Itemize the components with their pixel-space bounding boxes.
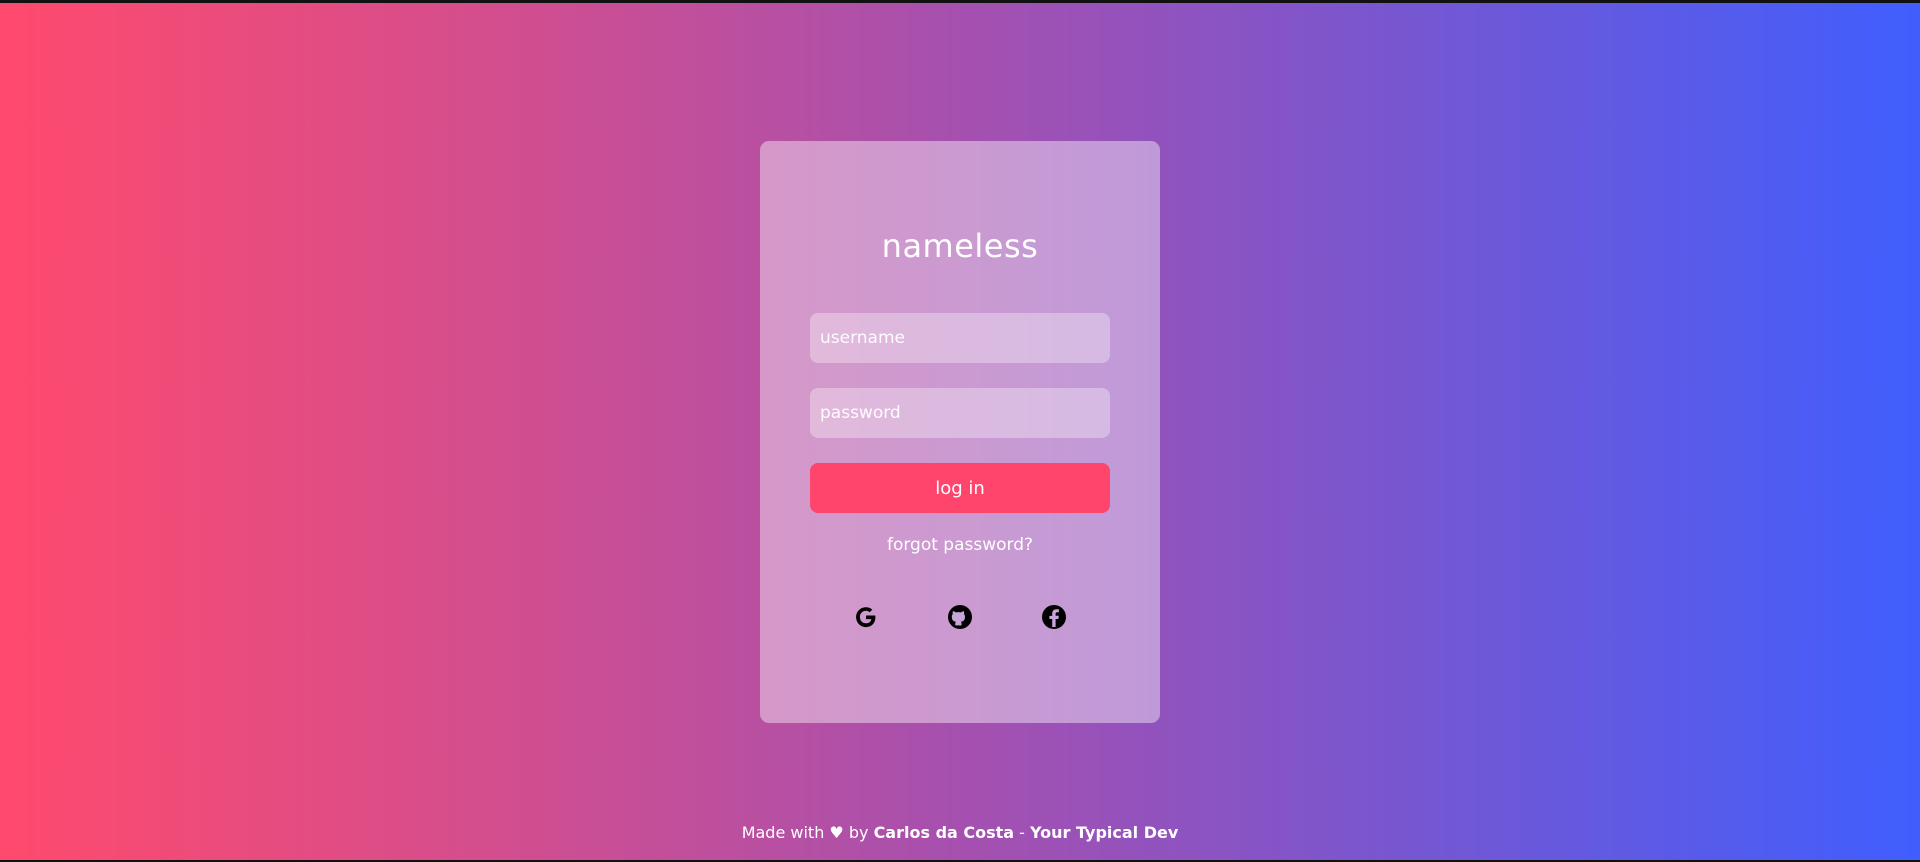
login-button[interactable]: log in xyxy=(810,463,1110,513)
social-login-links xyxy=(760,601,1160,633)
github-icon xyxy=(944,601,976,633)
google-icon xyxy=(850,601,882,633)
login-page: nameless log in forgot password? xyxy=(0,3,1920,860)
app-title: nameless xyxy=(881,227,1039,265)
forgot-password-link[interactable]: forgot password? xyxy=(760,535,1160,555)
facebook-login-button[interactable] xyxy=(1038,601,1070,633)
footer-prefix: Made with ♥ by xyxy=(741,823,874,842)
footer-brand: Your Typical Dev xyxy=(1030,823,1179,842)
footer-credit: Made with ♥ by Carlos da Costa - Your Ty… xyxy=(0,823,1920,842)
username-input[interactable] xyxy=(810,313,1110,363)
footer-author: Carlos da Costa xyxy=(873,823,1015,842)
github-login-button[interactable] xyxy=(944,601,976,633)
password-input[interactable] xyxy=(810,388,1110,438)
footer-separator: - xyxy=(1014,823,1031,842)
google-login-button[interactable] xyxy=(850,601,882,633)
login-card: nameless log in forgot password? xyxy=(760,141,1160,723)
facebook-icon xyxy=(1038,601,1070,633)
